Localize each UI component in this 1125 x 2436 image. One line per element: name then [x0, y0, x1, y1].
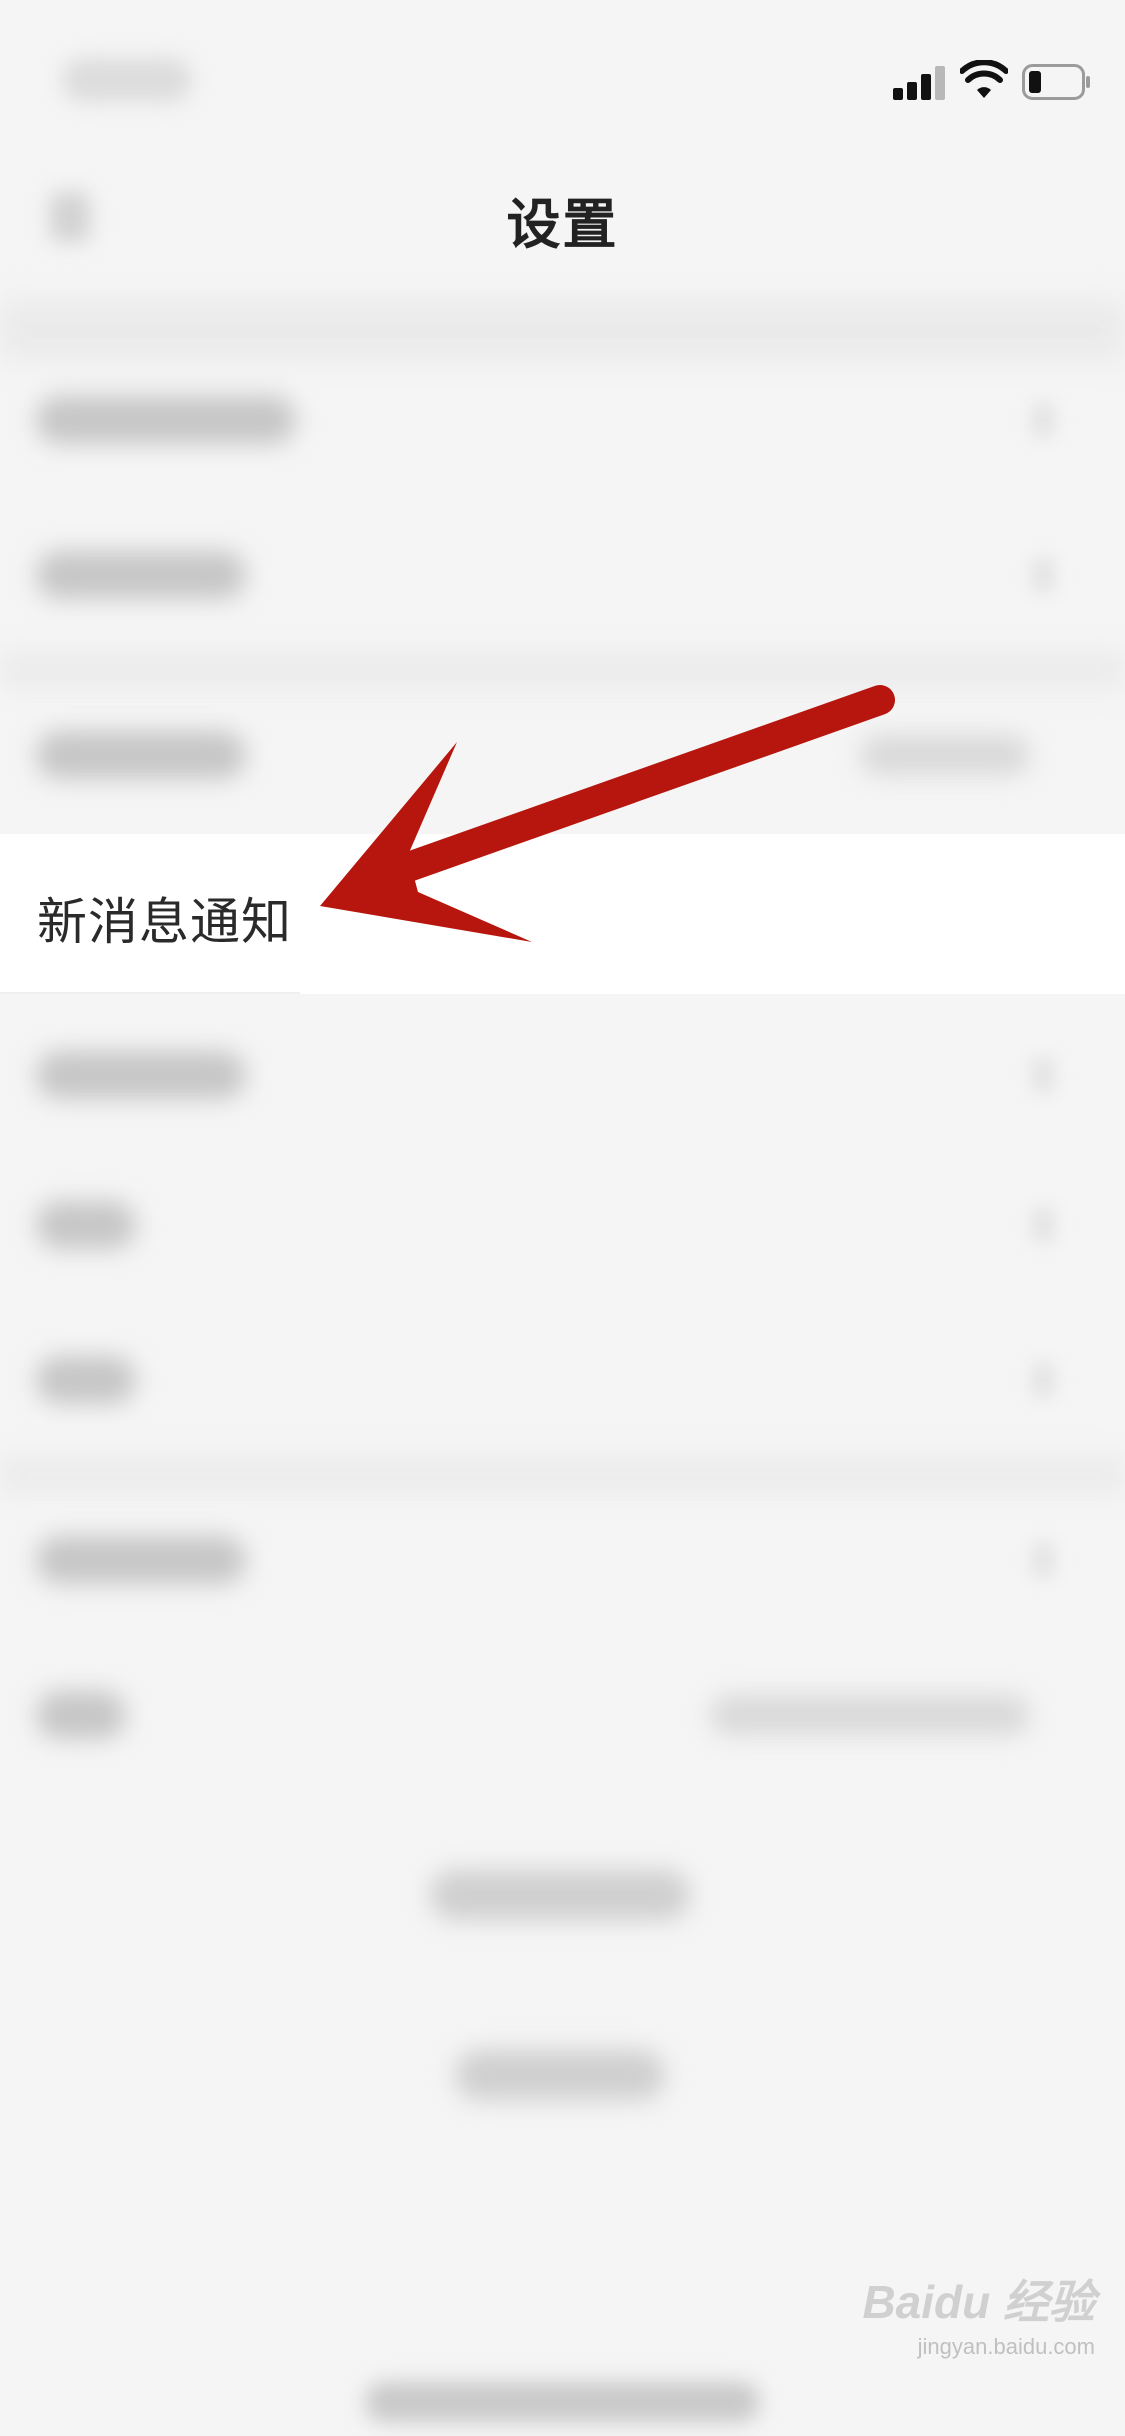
page-title: 设置 [506, 195, 619, 255]
settings-row-blurred[interactable] [0, 500, 1125, 650]
home-indicator [365, 2382, 760, 2422]
settings-row-blurred[interactable] [0, 1150, 1125, 1300]
centered-action-blurred[interactable] [430, 1870, 690, 1920]
new-message-notification-row[interactable]: 新消息通知 [0, 834, 1125, 994]
wifi-icon [960, 60, 1008, 98]
watermark-brand: Baidu 经验 [862, 2276, 1095, 2328]
settings-row-blurred[interactable] [0, 680, 1125, 830]
settings-screen: 设置 新消息通知 Baidu 经验 jingyan.baidu.com [0, 0, 1125, 2436]
navigation-bar: 设置 [0, 140, 1125, 360]
settings-item-label: 新消息通知 [37, 894, 292, 950]
status-time-blurred [62, 58, 192, 102]
baidu-watermark: Baidu 经验 jingyan.baidu.com [835, 2266, 1095, 2376]
status-bar [0, 0, 1125, 140]
centered-action-blurred[interactable] [455, 2050, 665, 2100]
settings-row-blurred[interactable] [0, 1640, 1125, 1790]
settings-row-blurred[interactable] [0, 1305, 1125, 1455]
battery-icon [1022, 64, 1090, 100]
watermark-url: jingyan.baidu.com [917, 2334, 1095, 2359]
settings-row-blurred[interactable] [0, 1485, 1125, 1635]
row-divider [0, 992, 300, 994]
settings-row-blurred[interactable] [0, 345, 1125, 495]
settings-row-blurred[interactable] [0, 1000, 1125, 1150]
signal-icon [893, 66, 945, 100]
